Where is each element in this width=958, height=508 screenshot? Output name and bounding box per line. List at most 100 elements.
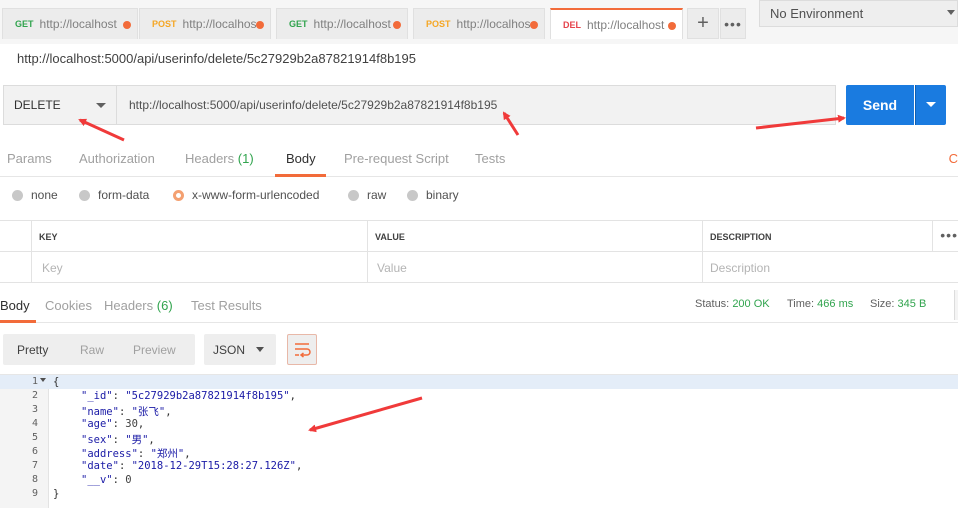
cookies-link[interactable]: C xyxy=(949,151,958,166)
tab-tests[interactable]: Tests xyxy=(475,151,505,166)
radio-icon xyxy=(407,189,418,201)
request-tab[interactable]: POST http://localhos xyxy=(413,8,545,39)
request-tab[interactable]: GET http://localhost xyxy=(276,8,408,39)
unsaved-dot-icon xyxy=(256,21,264,29)
chevron-down-icon xyxy=(926,102,936,107)
radio-urlencoded[interactable]: x-www-form-urlencoded xyxy=(173,188,319,202)
chevron-down-icon xyxy=(947,10,955,15)
code-line: "_id": "5c27929b2a87821914f8b195", xyxy=(81,390,296,402)
wrap-lines-icon xyxy=(295,343,311,358)
tab-authorization[interactable]: Authorization xyxy=(79,151,155,166)
divider xyxy=(702,221,703,283)
line-number: 7 xyxy=(31,460,38,471)
request-options-tabs: Params Authorization Headers (1) Body Pr… xyxy=(0,143,958,177)
column-header-key: KEY xyxy=(31,221,367,252)
view-pretty-button[interactable]: Pretty xyxy=(17,334,48,365)
line-number: 3 xyxy=(31,404,38,415)
radio-none[interactable]: none xyxy=(12,188,58,202)
line-number: 5 xyxy=(31,432,38,443)
more-tabs-button[interactable]: ••• xyxy=(720,8,746,39)
wrap-lines-button[interactable] xyxy=(287,334,317,365)
key-input[interactable]: Key xyxy=(34,253,367,283)
tab-url: http://localhost xyxy=(313,17,391,31)
method-select[interactable]: DELETE xyxy=(3,85,117,125)
json-comma: , xyxy=(289,390,296,402)
fold-toggle-icon[interactable] xyxy=(40,378,46,382)
tab-url: http://localhost xyxy=(587,17,665,32)
tab-method: DEL xyxy=(563,19,581,30)
divider xyxy=(367,221,368,283)
radio-binary[interactable]: binary xyxy=(407,188,459,202)
method-label: DELETE xyxy=(14,98,61,112)
radio-label: binary xyxy=(426,188,459,202)
code-line: "age": 30, xyxy=(81,418,145,430)
json-value: "男" xyxy=(125,434,149,446)
json-key: "_id" xyxy=(81,390,113,402)
radio-label: none xyxy=(31,188,58,202)
view-preview-button[interactable]: Preview xyxy=(133,334,176,365)
active-tab-indicator xyxy=(0,320,36,323)
tab-url: http://localhost xyxy=(39,17,117,31)
view-raw-button[interactable]: Raw xyxy=(80,334,104,365)
radio-raw[interactable]: raw xyxy=(348,188,386,202)
size-label: Size: xyxy=(870,298,895,310)
json-value: 0 xyxy=(125,474,132,486)
environment-select[interactable]: No Environment xyxy=(759,0,958,27)
tab-pre-request-script[interactable]: Pre-request Script xyxy=(344,151,449,166)
line-number: 9 xyxy=(31,488,38,499)
tab-url: http://localhos xyxy=(182,17,257,31)
line-number: 2 xyxy=(31,390,38,401)
description-input[interactable]: Description xyxy=(702,253,958,283)
more-options-button[interactable]: ••• xyxy=(940,227,958,243)
response-tabs: Body Cookies Headers (6) Test Results St… xyxy=(0,290,958,323)
line-number: 8 xyxy=(31,474,38,485)
code-close-brace: } xyxy=(53,488,60,500)
json-comma: , xyxy=(137,418,145,430)
tab-headers[interactable]: Headers (1) xyxy=(185,151,254,166)
save-response-button[interactable] xyxy=(954,290,958,320)
view-mode-group: Pretty Raw Preview xyxy=(3,334,195,365)
tab-params[interactable]: Params xyxy=(7,151,52,166)
response-tab-headers[interactable]: Headers (6) xyxy=(104,298,173,313)
tab-method: POST xyxy=(152,19,177,29)
tab-method: POST xyxy=(426,19,451,29)
json-key: "__v" xyxy=(81,474,113,486)
send-options-button[interactable] xyxy=(915,85,946,125)
active-line-highlight xyxy=(0,375,958,389)
environment-label: No Environment xyxy=(770,6,864,21)
tab-url: http://localhos xyxy=(456,17,531,31)
json-key: "address" xyxy=(81,448,138,460)
format-label: JSON xyxy=(213,342,246,357)
status-label: Status: xyxy=(695,298,730,310)
code-line: "date": "2018-12-29T15:28:27.126Z", xyxy=(81,460,303,472)
unsaved-dot-icon xyxy=(530,21,538,29)
value-input[interactable]: Value xyxy=(369,253,702,283)
code-line: "name": "张飞", xyxy=(81,406,172,418)
request-tab[interactable]: POST http://localhos xyxy=(139,8,271,39)
tab-method: GET xyxy=(15,19,34,29)
json-value: "2018-12-29T15:28:27.126Z" xyxy=(131,460,296,472)
line-number: 4 xyxy=(31,418,38,429)
request-tab[interactable]: GET http://localhost xyxy=(2,8,138,39)
unsaved-dot-icon xyxy=(393,21,401,29)
format-select[interactable]: JSON xyxy=(204,334,276,365)
url-input[interactable] xyxy=(117,85,836,125)
radio-icon xyxy=(79,189,90,201)
json-comma: , xyxy=(148,434,155,446)
line-number: 6 xyxy=(31,446,38,457)
response-tab-cookies[interactable]: Cookies xyxy=(45,298,92,313)
tab-body[interactable]: Body xyxy=(286,151,316,166)
divider xyxy=(932,221,933,252)
send-button[interactable]: Send xyxy=(846,85,914,125)
request-tab-active[interactable]: DEL http://localhost xyxy=(550,8,683,39)
response-tab-test-results[interactable]: Test Results xyxy=(191,298,262,313)
chevron-down-icon xyxy=(256,347,264,352)
response-tab-body[interactable]: Body xyxy=(0,298,30,313)
radio-form-data[interactable]: form-data xyxy=(79,188,149,202)
response-body-viewer[interactable]: 1 2 3 4 5 6 7 8 9 { "_id": "5c27929b2a87… xyxy=(0,374,958,508)
size-value: 345 B xyxy=(897,298,927,310)
line-number: 1 xyxy=(31,376,38,387)
json-value: "郑州" xyxy=(150,448,185,460)
new-tab-button[interactable]: + xyxy=(687,8,719,39)
response-headers-count: (6) xyxy=(156,298,173,313)
